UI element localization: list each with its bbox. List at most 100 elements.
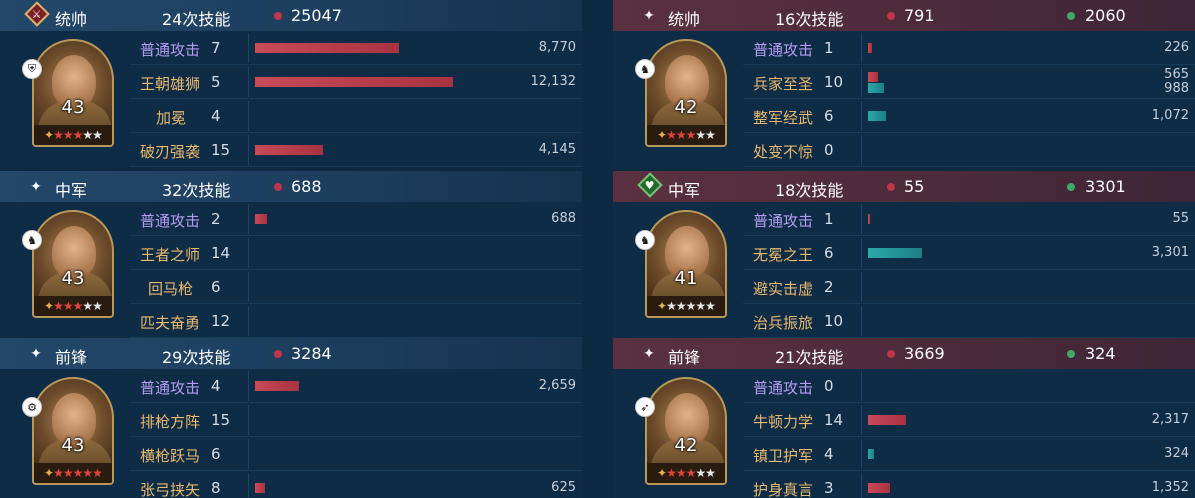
star-rating: ✦★★★★★ [647, 125, 725, 145]
left-team-column: ⚔ 统帅 24次技能 25047 43 ✦★★★★★ ⛨ 普通攻击 7 8,770 王朝雄狮 5 12,… [0, 0, 582, 498]
general-body: 43 ✦★★★★★ ⛨ 普通攻击 7 8,770 王朝雄狮 5 12,132 加冕 4 破刃强袭 15 4… [0, 31, 582, 167]
skill-name: 普通攻击 [753, 41, 814, 59]
general-portrait[interactable]: 42 ✦★★★★★ [645, 39, 727, 147]
skill-count: 6 [211, 445, 221, 463]
skill-name: 牛顿力学 [753, 413, 814, 431]
column-divider [248, 204, 249, 234]
skill-name: 回马枪 [148, 280, 194, 298]
column-divider [861, 439, 862, 469]
total-damage: 3669 [904, 344, 945, 363]
general-portrait[interactable]: 42 ✦★★★★★ [645, 377, 727, 485]
general-panel: ✦ 前锋 29次技能 3284 43 ✦★★★★★ ⚙ 普通攻击 4 2,659 排枪方阵 15 横枪跃… [0, 338, 582, 498]
total-damage: 25047 [291, 6, 342, 25]
skill-cast-count: 21次技能 [775, 348, 844, 367]
general-portrait[interactable]: 43 ✦★★★★★ [32, 210, 114, 318]
general-level: 42 [674, 435, 698, 456]
skill-count: 7 [211, 39, 221, 57]
position-label: 统帅 [668, 10, 701, 29]
horse-icon: ♞ [635, 59, 655, 79]
star-icon: ★ [72, 466, 84, 480]
damage-value: 625 [551, 480, 576, 495]
skill-name: 普通攻击 [140, 379, 201, 397]
heal-value: 3,301 [1151, 245, 1189, 260]
skill-name: 排枪方阵 [140, 413, 201, 431]
skill-count: 6 [824, 244, 834, 262]
skill-bars [255, 270, 455, 304]
damage-bar [255, 214, 267, 224]
damage-value: 12,132 [530, 74, 577, 89]
column-divider [248, 306, 249, 336]
skill-row: 处变不惊 0 [743, 133, 1195, 167]
general-body: 42 ✦★★★★★ ♞ 普通攻击 1 226 兵家至圣 10 565 988 整军经武 6 1,072 处… [613, 31, 1195, 167]
star-icon: ★ [685, 466, 697, 480]
damage-dot-icon [274, 350, 282, 358]
column-divider [861, 473, 862, 498]
skill-count: 15 [211, 141, 231, 159]
general-header: ⚔ 统帅 24次技能 25047 [0, 0, 582, 31]
skill-count: 4 [211, 377, 221, 395]
general-portrait[interactable]: 43 ✦★★★★★ [32, 39, 114, 147]
star-icon: ★ [705, 299, 716, 313]
general-panel: ✦ 前锋 21次技能 3669 324 42 ✦★★★★★ ➶ 普通攻击 0 牛顿力学 14 2,317… [613, 338, 1195, 498]
heal-value: 988 [1164, 81, 1189, 96]
skill-bars [868, 202, 1068, 236]
skill-row: 兵家至圣 10 565 988 [743, 65, 1195, 99]
star-rating: ✦★★★★★ [34, 296, 112, 316]
star-icon: ★ [62, 128, 74, 142]
position-label: 统帅 [55, 10, 88, 29]
column-divider [861, 33, 862, 63]
general-body: 43 ✦★★★★★ ⚙ 普通攻击 4 2,659 排枪方阵 15 横枪跃马 6 张弓挟矢 8 625 [0, 369, 582, 498]
skill-count: 4 [824, 445, 834, 463]
column-divider [248, 405, 249, 435]
star-icon: ★ [82, 466, 93, 480]
general-header: ✦ 统帅 16次技能 791 2060 [613, 0, 1195, 31]
total-damage: 3284 [291, 344, 332, 363]
damage-value: 2,317 [1151, 412, 1189, 427]
skill-bars [868, 369, 1068, 403]
skill-name: 无冕之王 [753, 246, 814, 264]
skill-count: 10 [824, 73, 844, 91]
skill-count: 15 [211, 411, 231, 429]
damage-dot-icon [274, 183, 282, 191]
skill-count: 4 [211, 107, 221, 125]
skill-bars [255, 99, 455, 133]
skill-count: 5 [211, 73, 221, 91]
damage-dot-icon [274, 12, 282, 20]
column-divider [248, 67, 249, 97]
skill-name: 护身真言 [753, 481, 814, 498]
skill-count: 1 [824, 210, 834, 228]
skill-row: 王者之师 14 [130, 236, 582, 270]
damage-bar [868, 415, 906, 425]
skill-cast-count: 24次技能 [162, 10, 231, 29]
skill-cast-count: 29次技能 [162, 348, 231, 367]
skill-cast-count: 16次技能 [775, 10, 844, 29]
sparkle-icon: ✦ [30, 346, 42, 362]
damage-bar [255, 381, 299, 391]
sword-emblem-icon: ⚔ [24, 1, 50, 27]
general-panel: ✦ 中军 32次技能 688 43 ✦★★★★★ ♞ 普通攻击 2 688 王者之师 14 回马枪 6 匹夫… [0, 171, 582, 338]
damage-bar [868, 214, 870, 224]
damage-value: 55 [1172, 211, 1189, 226]
skill-name: 王朝雄狮 [140, 75, 201, 93]
general-portrait[interactable]: 41 ✦★★★★★ [645, 210, 727, 318]
star-icon: ★ [685, 299, 697, 313]
heart-emblem-icon: ♥ [637, 172, 663, 198]
skill-count: 6 [824, 107, 834, 125]
skill-bars [868, 304, 1068, 338]
skill-name: 普通攻击 [753, 212, 814, 230]
column-divider [248, 238, 249, 268]
star-icon: ★ [72, 128, 84, 142]
skill-row: 普通攻击 1 226 [743, 31, 1195, 65]
general-portrait[interactable]: 43 ✦★★★★★ [32, 377, 114, 485]
column-divider [248, 473, 249, 498]
shield-icon: ⛨ [22, 59, 42, 79]
star-lead-icon: ✦ [657, 128, 667, 142]
skill-bars [868, 65, 1068, 99]
star-icon: ★ [695, 128, 706, 142]
column-divider [248, 135, 249, 165]
skill-row: 回马枪 6 [130, 270, 582, 304]
general-header: ✦ 前锋 21次技能 3669 324 [613, 338, 1195, 369]
skill-bars [255, 202, 455, 236]
position-label: 前锋 [55, 348, 88, 367]
general-header: ♥ 中军 18次技能 55 3301 [613, 171, 1195, 202]
